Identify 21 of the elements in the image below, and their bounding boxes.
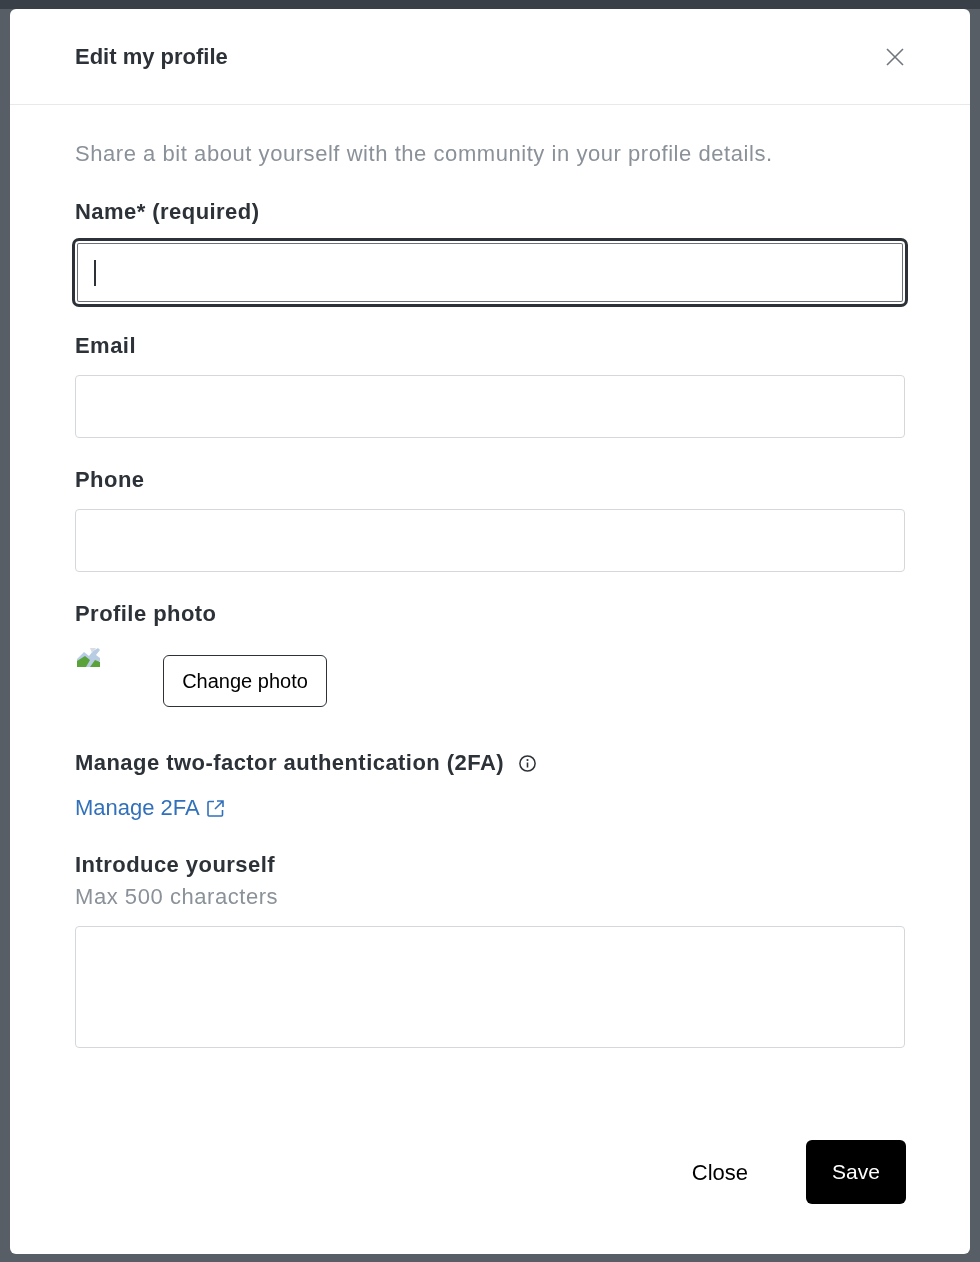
broken-image-icon bbox=[76, 647, 100, 667]
field-label: Email bbox=[75, 332, 136, 360]
field-hint: Max 500 characters bbox=[75, 883, 279, 911]
dialog-title: Edit my profile bbox=[75, 42, 228, 71]
field-label: Phone bbox=[75, 466, 145, 494]
text-cursor-icon bbox=[94, 259, 96, 286]
change-photo-button[interactable]: Change photo bbox=[163, 655, 327, 707]
close-text-button[interactable]: Close bbox=[669, 1140, 770, 1204]
field-label: Manage two-factor authentication (2FA) bbox=[75, 749, 504, 777]
field-label: Introduce yourself bbox=[75, 851, 276, 879]
info-icon[interactable] bbox=[519, 754, 536, 772]
external-link[interactable]: Manage 2FA bbox=[75, 794, 224, 822]
text-input-field[interactable] bbox=[72, 238, 908, 307]
text-area-field[interactable] bbox=[75, 926, 905, 1048]
field-label: Profile photo bbox=[75, 600, 217, 628]
dialog-description: Share a bit about yourself with the community in your profile details. bbox=[75, 140, 774, 168]
external-link-icon bbox=[206, 799, 224, 817]
field-label: Name* (required) bbox=[75, 198, 260, 226]
save-button[interactable]: Save bbox=[806, 1140, 906, 1204]
close-icon bbox=[885, 46, 905, 67]
close-button[interactable] bbox=[885, 46, 905, 67]
